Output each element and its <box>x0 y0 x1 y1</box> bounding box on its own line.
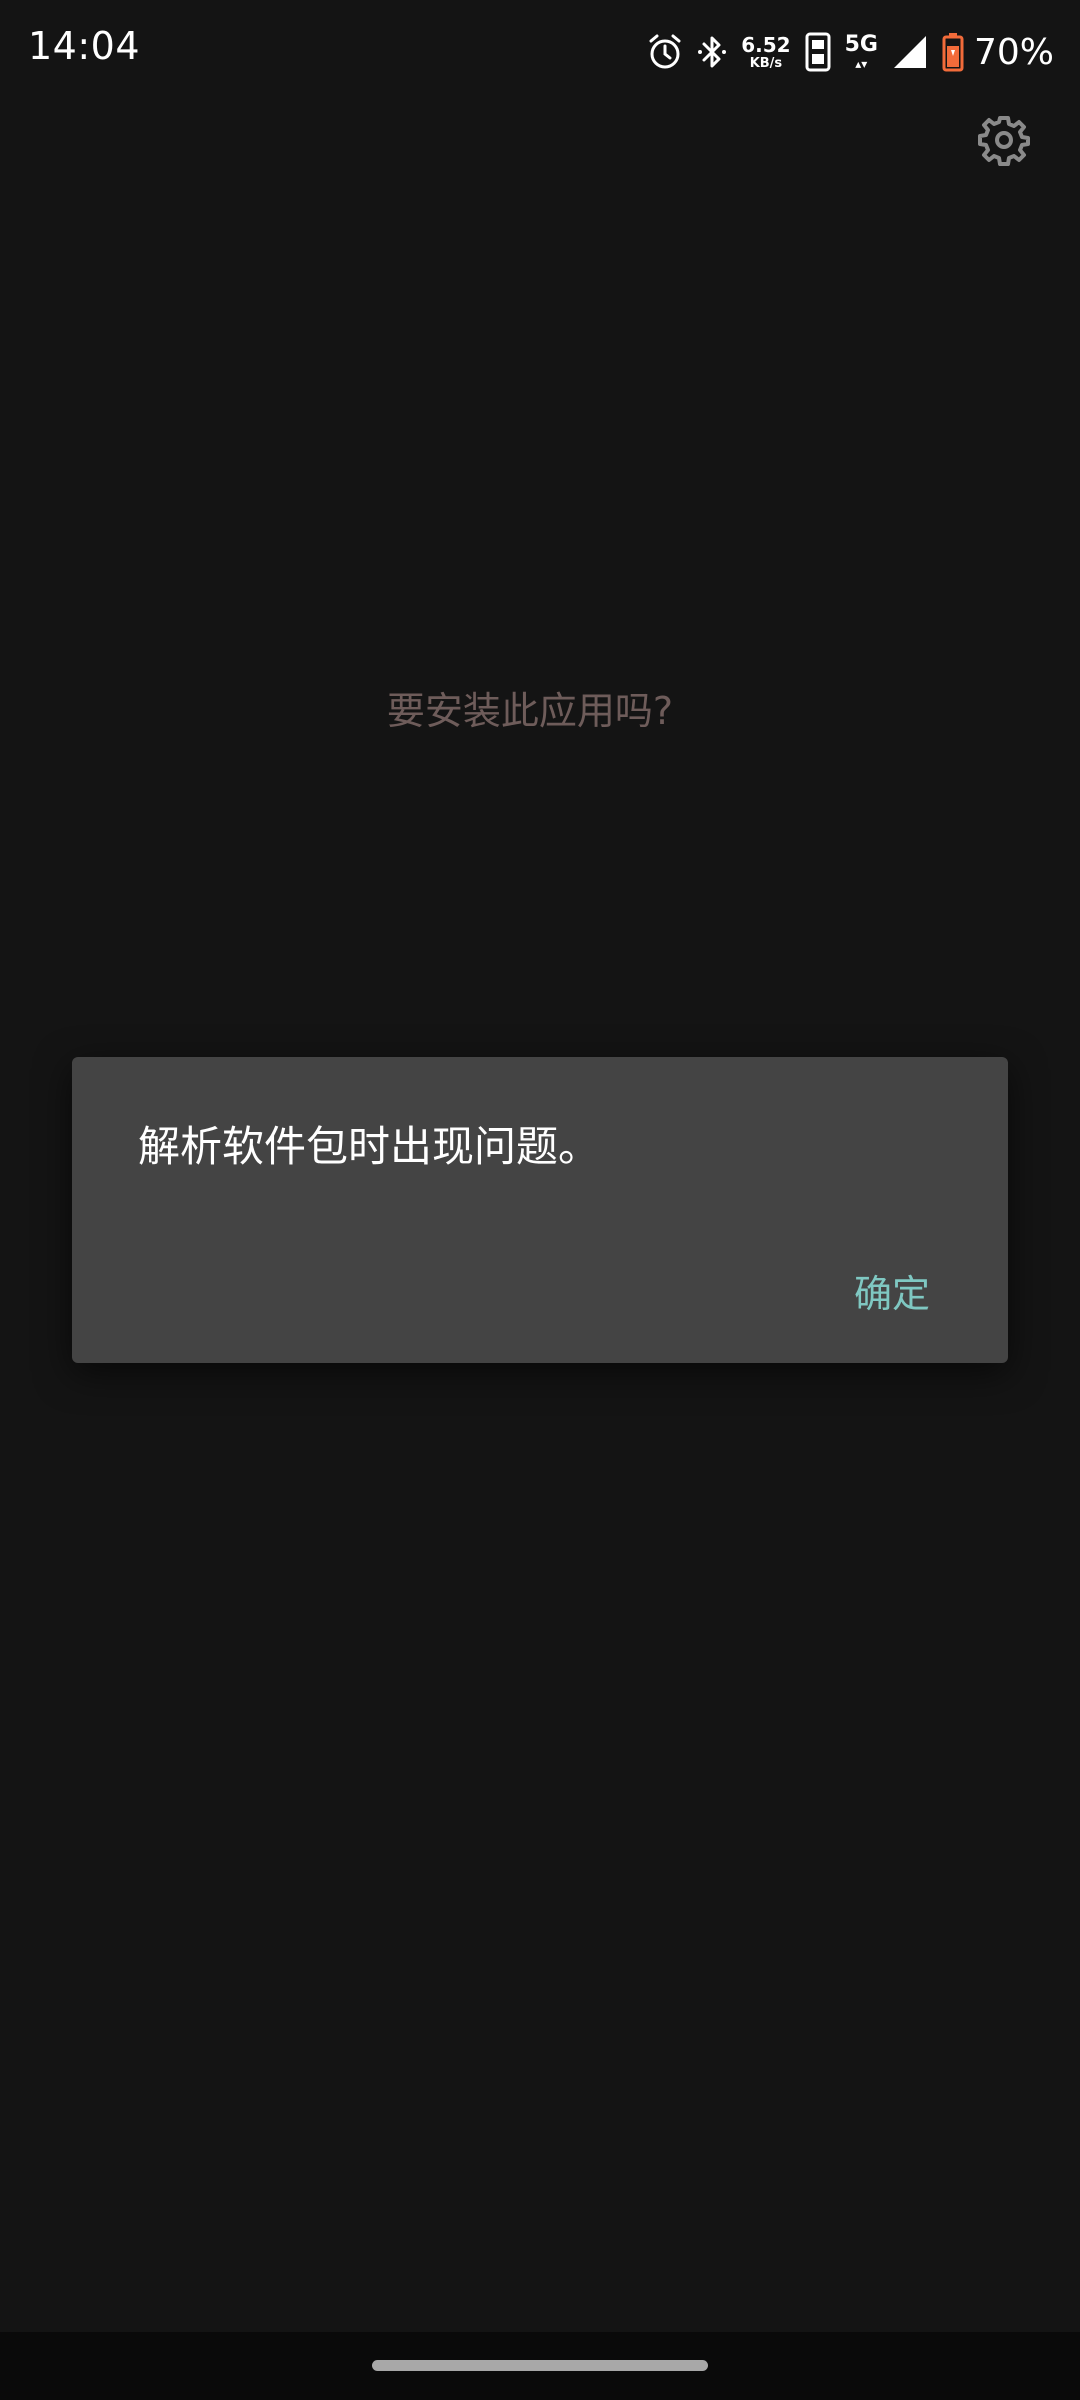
navigation-bar <box>0 2332 1080 2400</box>
signal-icon <box>892 34 928 70</box>
network-speed-unit: KB/s <box>749 55 783 71</box>
status-bar: 14:04 6.52 KB/s 5G ▴▾ 70% <box>0 0 1080 100</box>
error-dialog: 解析软件包时出现问题。 确定 <box>72 1057 1008 1363</box>
bluetooth-icon <box>697 33 727 71</box>
battery-percent: 70% <box>973 31 1054 73</box>
install-prompt: 要安装此应用吗? <box>386 689 674 733</box>
status-icons: 6.52 KB/s 5G ▴▾ 70% <box>647 26 1054 78</box>
dialog-message: 解析软件包时出现问题。 <box>138 1122 601 1171</box>
battery-icon <box>942 32 964 72</box>
sim-icon <box>805 32 831 72</box>
data-activity-icon: ▴▾ <box>855 57 868 71</box>
screen: 14:04 6.52 KB/s 5G ▴▾ 70% 要安装此应用吗? 解析软件包… <box>0 0 1080 2400</box>
network-speed-value: 6.52 <box>741 32 791 57</box>
network-speed: 6.52 KB/s <box>741 35 790 70</box>
home-indicator[interactable] <box>372 2360 708 2371</box>
alarm-icon <box>647 33 683 71</box>
ok-button[interactable]: 确定 <box>844 1257 940 1324</box>
status-time: 14:04 <box>28 24 141 68</box>
gear-icon <box>978 116 1030 166</box>
network-type: 5G ▴▾ <box>844 32 878 71</box>
network-type-label: 5G <box>844 32 878 57</box>
settings-button[interactable] <box>976 112 1032 168</box>
